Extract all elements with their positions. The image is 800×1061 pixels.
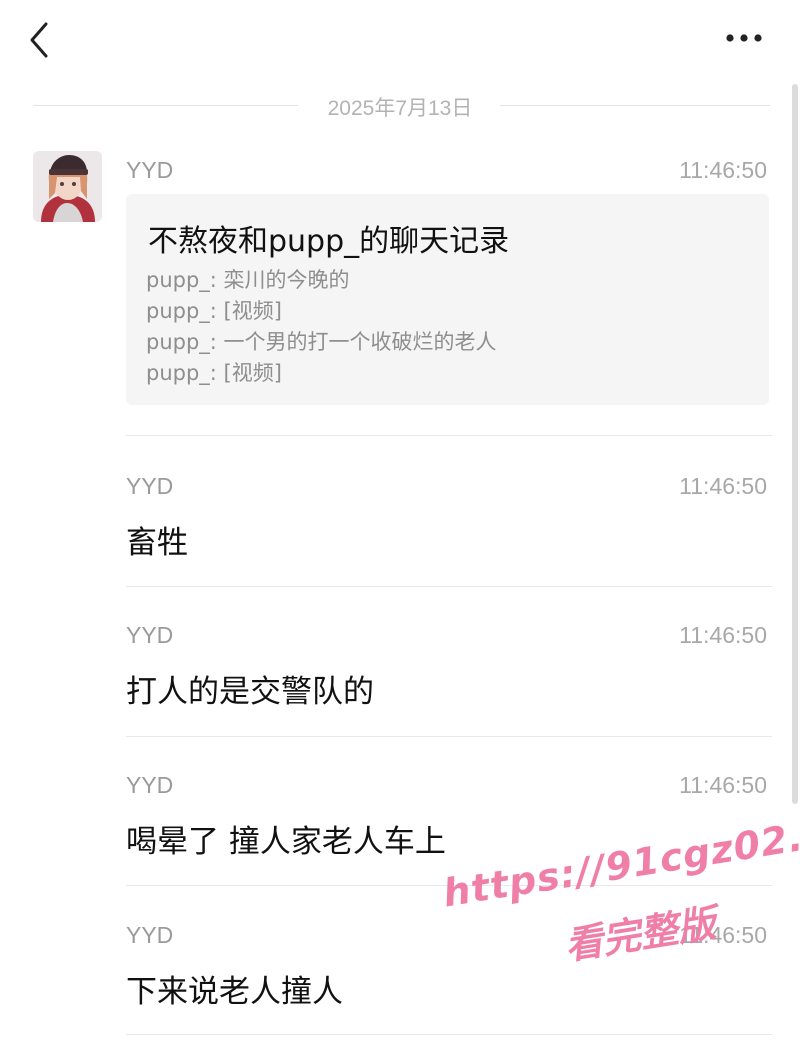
message-header: YYD 11:46:50 bbox=[126, 157, 771, 187]
message-text: 下来说老人撞人 bbox=[126, 974, 343, 1010]
message-text: 打人的是交警队的 bbox=[126, 674, 374, 710]
sender-name: YYD bbox=[126, 473, 174, 499]
sender-name: YYD bbox=[126, 622, 174, 648]
message-item[interactable]: YYD 11:46:50 喝晕了 撞人家老人车上 bbox=[126, 772, 771, 872]
message-time: 11:46:50 bbox=[679, 622, 767, 648]
chat-record-card[interactable]: 不熬夜和pupp_的聊天记录 pupp_: 栾川的今晚的 pupp_: [视频]… bbox=[126, 194, 769, 405]
message-divider bbox=[126, 1034, 772, 1035]
more-options-button[interactable] bbox=[716, 18, 776, 58]
chat-record-line: pupp_: 一个男的打一个收破烂的老人 bbox=[146, 330, 497, 354]
message-divider bbox=[126, 435, 772, 436]
date-separator: 2025年7月13日 bbox=[0, 88, 800, 124]
date-label: 2025年7月13日 bbox=[313, 97, 487, 120]
message-item[interactable]: YYD 11:46:50 下来说老人撞人 bbox=[126, 922, 771, 1022]
chat-record-line: pupp_: [视频] bbox=[146, 361, 282, 385]
message-time: 11:46:50 bbox=[679, 772, 767, 798]
chat-record-title: 不熬夜和pupp_的聊天记录 bbox=[148, 224, 510, 259]
chevron-left-icon bbox=[30, 22, 48, 58]
chat-record-line: pupp_: 栾川的今晚的 bbox=[146, 268, 350, 292]
message-item[interactable]: YYD 11:46:50 畜牲 bbox=[126, 473, 771, 573]
chat-record-line: pupp_: [视频] bbox=[146, 299, 282, 323]
message-text: 喝晕了 撞人家老人车上 bbox=[126, 824, 446, 860]
message-item[interactable]: YYD 11:46:50 打人的是交警队的 bbox=[126, 622, 771, 722]
avatar[interactable] bbox=[33, 151, 102, 222]
back-button[interactable] bbox=[22, 18, 62, 62]
message-divider bbox=[126, 586, 772, 587]
scrollbar[interactable] bbox=[792, 84, 798, 804]
top-bar bbox=[0, 0, 800, 80]
sender-name: YYD bbox=[126, 157, 174, 183]
avatar-image bbox=[33, 151, 102, 222]
message-time: 11:46:50 bbox=[679, 157, 767, 183]
message-time: 11:46:50 bbox=[679, 473, 767, 499]
message-divider bbox=[126, 736, 772, 737]
sender-name: YYD bbox=[126, 922, 174, 948]
message-divider bbox=[126, 885, 772, 886]
sender-name: YYD bbox=[126, 772, 174, 798]
message-time: 11:46:50 bbox=[679, 922, 767, 948]
ellipsis-icon bbox=[726, 34, 762, 42]
message-text: 畜牲 bbox=[126, 525, 188, 561]
